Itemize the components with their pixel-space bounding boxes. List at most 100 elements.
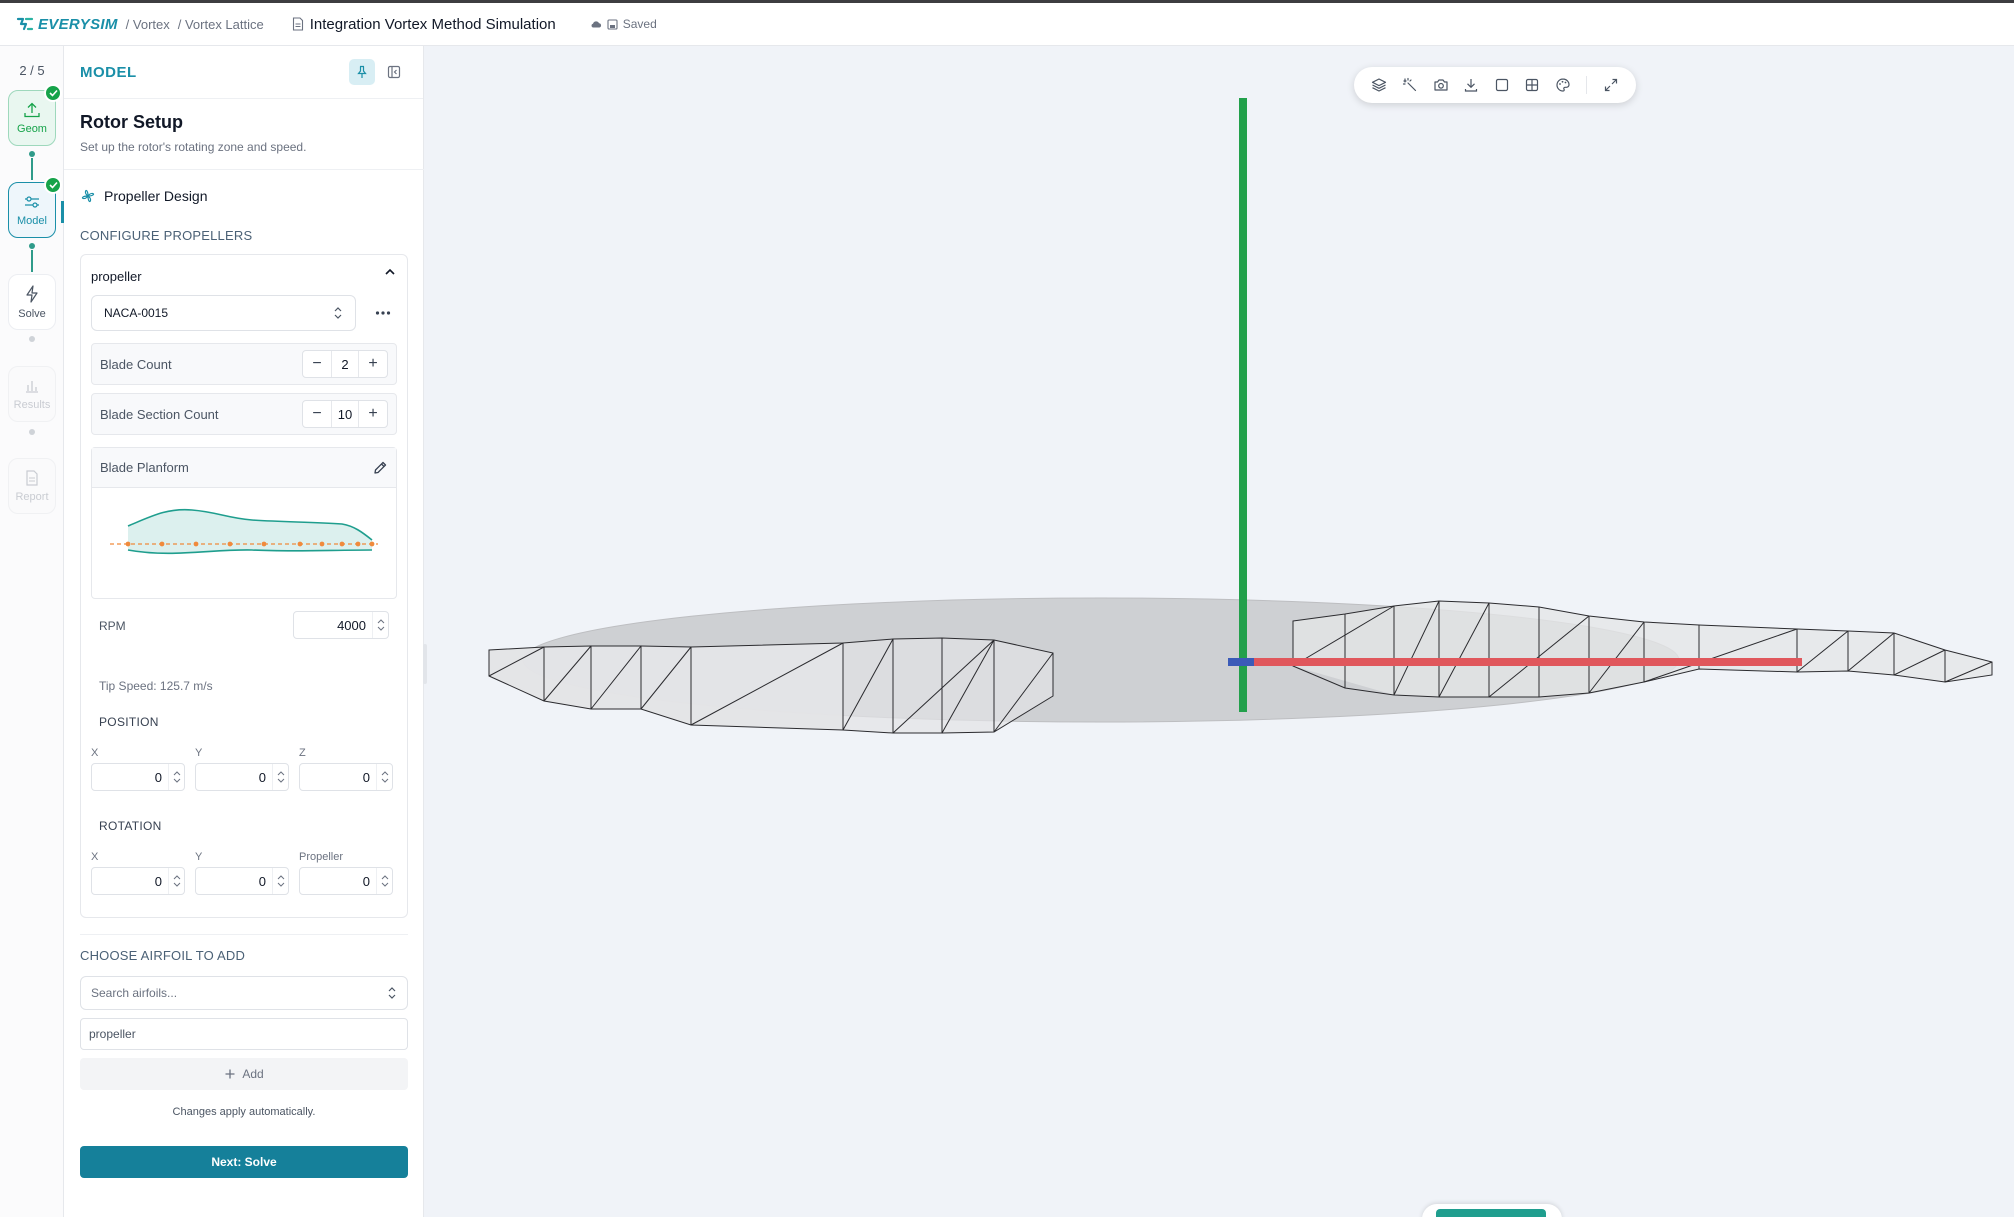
airfoil-search-select[interactable]: Search airfoils... (80, 976, 408, 1010)
step-count: 2 / 5 (19, 63, 45, 78)
chevron-up-down-icon (334, 307, 342, 319)
spin-arrows[interactable] (376, 868, 392, 894)
section-title: Rotor Setup (80, 112, 183, 132)
check-icon (44, 176, 62, 194)
save-status: Saved (590, 17, 657, 31)
3d-viewport[interactable] (425, 46, 2014, 1217)
rotation-y-input[interactable]: 0 (195, 867, 289, 895)
chevron-up-icon (173, 875, 180, 880)
magic-wand-icon (1402, 77, 1417, 92)
cloud-icon (591, 21, 601, 28)
propeller-icon (81, 189, 95, 203)
step-geom-label: Geom (17, 122, 47, 135)
viewport-toolbar (1354, 67, 1636, 103)
spin-arrows[interactable] (168, 764, 184, 790)
single-view-button[interactable] (1487, 70, 1518, 100)
rotation-x-input[interactable]: 0 (91, 867, 185, 895)
rotor-scene[interactable] (425, 46, 2014, 1217)
spin-arrows[interactable] (372, 612, 388, 638)
blade-right (1292, 600, 1993, 698)
top-bar: EVERYSIM / Vortex / Vortex Lattice Integ… (0, 0, 2014, 46)
spin-arrows[interactable] (376, 764, 392, 790)
propeller-design-label: Propeller Design (104, 188, 208, 204)
propeller-design-heading: Propeller Design (80, 188, 208, 204)
pin-button[interactable] (349, 59, 375, 85)
model-panel: MODEL Rotor Setup Set up the rotor's rot… (64, 46, 424, 1217)
position-y-input[interactable]: 0 (195, 763, 289, 791)
step-results: Results (8, 366, 56, 422)
add-button[interactable]: Add (80, 1058, 408, 1090)
blade-count-row: Blade Count − 2 + (91, 343, 397, 385)
blade-section-count-row: Blade Section Count − 10 + (91, 393, 397, 435)
decrement-button[interactable]: − (303, 401, 331, 427)
blade-count-stepper: − 2 + (302, 350, 388, 378)
increment-button[interactable]: + (359, 351, 387, 377)
airfoil-select[interactable]: NACA-0015 (91, 295, 356, 331)
chevron-up-icon (277, 875, 284, 880)
chevron-up-icon[interactable] (383, 267, 397, 277)
fullscreen-button[interactable] (1595, 70, 1626, 100)
rotation-y-value: 0 (258, 873, 266, 889)
pencil-icon[interactable] (372, 460, 388, 476)
propeller-name[interactable]: propeller (91, 269, 142, 284)
select-tool-button[interactable] (1395, 70, 1426, 100)
next-solve-button[interactable]: Next: Solve (80, 1146, 408, 1178)
spin-arrows[interactable] (168, 868, 184, 894)
blade-planform-preview[interactable] (92, 488, 396, 598)
position-y-value: 0 (258, 769, 266, 785)
propeller-name-field[interactable]: propeller (80, 1018, 408, 1050)
step-model[interactable]: Model (8, 176, 62, 238)
toolbar-divider (1586, 76, 1588, 94)
airfoil-search-placeholder: Search airfoils... (91, 986, 178, 1000)
logo-text: EVERYSIM (38, 15, 118, 33)
download-button[interactable] (1456, 70, 1487, 100)
save-disk-icon (607, 18, 618, 30)
spin-arrows[interactable] (272, 868, 288, 894)
bar-chart-icon (26, 380, 38, 393)
step-geom[interactable]: Geom (8, 84, 62, 146)
appearance-button[interactable] (1548, 70, 1579, 100)
panel-header: MODEL (64, 46, 423, 99)
spin-arrows[interactable] (272, 764, 288, 790)
step-solve[interactable]: Solve (8, 274, 56, 330)
bottom-drawer-indicator (1436, 1209, 1546, 1217)
rotation-propeller-input[interactable]: 0 (299, 867, 393, 895)
rotation-x-value: 0 (154, 873, 162, 889)
position-x-input[interactable]: 0 (91, 763, 185, 791)
blade-count-value[interactable]: 2 (331, 351, 359, 377)
screenshot-button[interactable] (1425, 70, 1456, 100)
x-axis (1247, 658, 1802, 666)
decrement-button[interactable]: − (303, 351, 331, 377)
z-axis (1228, 658, 1254, 666)
step-rail: 2 / 5 Geom Model Solve Results Report (0, 46, 64, 1217)
grid-view-button[interactable] (1517, 70, 1548, 100)
palette-icon (1556, 78, 1570, 92)
collapse-panel-button[interactable] (381, 59, 407, 85)
more-options-button[interactable] (369, 299, 397, 327)
position-z-input[interactable]: 0 (299, 763, 393, 791)
logo[interactable]: EVERYSIM (16, 16, 118, 33)
step-connector (31, 250, 33, 272)
layers-button[interactable] (1364, 70, 1395, 100)
increment-button[interactable]: + (359, 401, 387, 427)
download-icon (1465, 79, 1478, 92)
position-x-label: X (91, 747, 99, 759)
chevron-down-icon (173, 882, 180, 887)
blade-planform-header: Blade Planform (92, 448, 396, 488)
breadcrumb-vortex[interactable]: / Vortex (126, 17, 170, 32)
blade-left (488, 637, 1054, 734)
position-z-label: Z (299, 747, 306, 759)
blade-section-count-label: Blade Section Count (100, 406, 219, 422)
rpm-label: RPM (99, 619, 126, 633)
chevron-up-down-icon (388, 987, 396, 999)
chevron-down-icon (277, 778, 284, 783)
breadcrumb-vortex-lattice[interactable]: / Vortex Lattice (178, 17, 264, 32)
blade-planform-label: Blade Planform (100, 460, 189, 475)
blade-section-count-stepper: − 10 + (302, 400, 388, 428)
rpm-input[interactable]: 4000 (293, 611, 389, 639)
rotation-propeller-label: Propeller (299, 851, 344, 863)
chevron-down-icon (277, 882, 284, 887)
step-dot (29, 151, 35, 157)
blade-section-count-value[interactable]: 10 (331, 401, 359, 427)
document-title[interactable]: Integration Vortex Method Simulation (310, 16, 556, 33)
